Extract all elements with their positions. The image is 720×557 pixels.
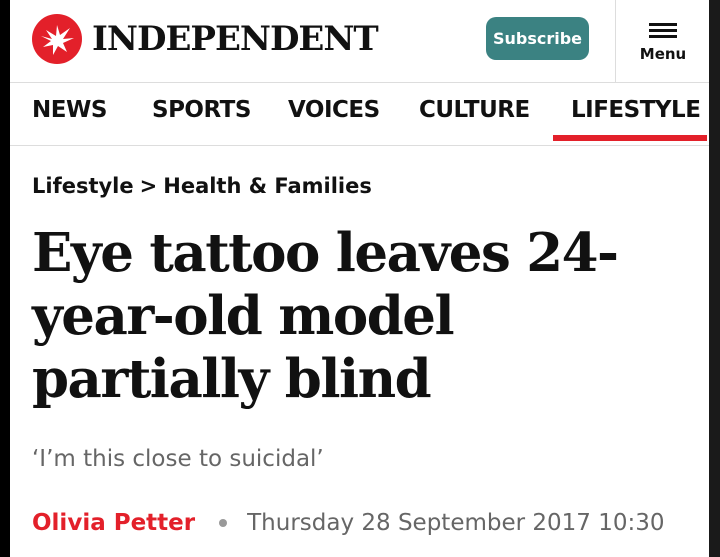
- nav-item-voices[interactable]: VOICES: [288, 97, 380, 123]
- logo-wordmark: INDEPENDENT: [92, 19, 379, 59]
- menu-label: Menu: [639, 44, 687, 63]
- article-standfirst: ‘I’m this close to suicidal’: [32, 446, 324, 472]
- window-edge: [709, 0, 720, 557]
- subscribe-button[interactable]: Subscribe: [486, 17, 589, 60]
- nav-item-news[interactable]: NEWS: [32, 97, 107, 123]
- page: INDEPENDENT Subscribe Menu NEWS SPORTS V…: [10, 0, 709, 557]
- eagle-logo-icon: [32, 14, 82, 64]
- byline-separator-dot: [219, 519, 228, 527]
- site-header: INDEPENDENT Subscribe Menu: [10, 0, 709, 83]
- article-byline: Olivia Petter Thursday 28 September 2017…: [32, 510, 702, 536]
- breadcrumb-lifestyle[interactable]: Lifestyle: [32, 174, 134, 198]
- breadcrumb-health-families[interactable]: Health & Families: [163, 174, 372, 198]
- publish-date: Thursday 28 September 2017 10:30: [247, 510, 665, 536]
- article-headline: Eye tattoo leaves 24-year-old model part…: [32, 222, 619, 410]
- breadcrumb-separator: >: [139, 174, 158, 198]
- site-logo[interactable]: INDEPENDENT: [32, 14, 379, 64]
- breadcrumb: Lifestyle > Health & Families: [32, 174, 372, 198]
- hamburger-icon: [649, 20, 677, 41]
- author-link[interactable]: Olivia Petter: [32, 510, 195, 536]
- active-nav-indicator: [553, 135, 707, 141]
- menu-button[interactable]: Menu: [615, 0, 709, 82]
- nav-item-sports[interactable]: SPORTS: [152, 97, 251, 123]
- nav-item-culture[interactable]: CULTURE: [419, 97, 530, 123]
- nav-item-lifestyle[interactable]: LIFESTYLE: [571, 97, 701, 123]
